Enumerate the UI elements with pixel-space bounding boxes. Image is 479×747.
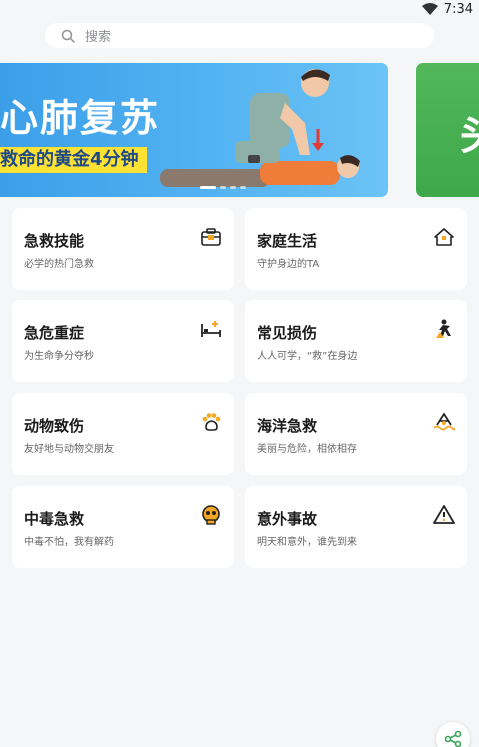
skull-icon xyxy=(202,505,220,525)
category-card-first-aid-skills[interactable]: 急救技能 必学的热门急救 xyxy=(12,208,234,290)
hospital-bed-icon xyxy=(201,321,221,337)
card-subtitle: 明天和意外，谁先到来 xyxy=(257,537,357,548)
card-title: 海洋急救 xyxy=(257,417,318,435)
card-subtitle: 友好地与动物交朋友 xyxy=(24,444,114,455)
card-subtitle: 中毒不怕，我有解药 xyxy=(24,537,114,548)
share-button[interactable] xyxy=(436,722,470,747)
cpr-illustration xyxy=(160,69,360,187)
category-card-ocean-rescue[interactable]: 海洋急救 美丽与危险，相依相存 xyxy=(245,393,467,475)
card-title: 常见损伤 xyxy=(257,324,318,342)
wifi-icon xyxy=(421,3,438,15)
paw-icon xyxy=(202,413,221,431)
status-time: 7:34 xyxy=(443,1,473,17)
category-card-family-life[interactable]: 家庭生活 守护身边的TA xyxy=(245,208,467,290)
banner-next-title: 头 xyxy=(460,103,479,161)
search-icon xyxy=(61,29,75,43)
card-subtitle: 人人可学，“救”在身边 xyxy=(257,351,358,362)
carousel-dot xyxy=(230,186,236,189)
category-card-poisoning[interactable]: 中毒急救 中毒不怕，我有解药 xyxy=(12,486,234,568)
banner-cpr[interactable]: 心肺复苏 救命的黄金4分钟 xyxy=(0,63,388,197)
card-subtitle: 美丽与危险，相依相存 xyxy=(257,444,357,455)
carousel-dot xyxy=(220,186,226,189)
banner-next[interactable]: 头 xyxy=(416,63,479,197)
card-subtitle: 必学的热门急救 xyxy=(24,259,94,270)
category-card-common-injuries[interactable]: 常见损伤 人人可学，“救”在身边 xyxy=(245,300,467,382)
banner-title: 心肺复苏 xyxy=(0,96,161,140)
search-bar[interactable]: 搜索 xyxy=(45,23,434,48)
home-icon xyxy=(434,228,454,246)
card-title: 中毒急救 xyxy=(24,510,85,528)
warning-icon xyxy=(433,505,455,524)
ocean-rescue-icon xyxy=(433,412,455,431)
card-title: 急危重症 xyxy=(24,324,85,342)
carousel-dots xyxy=(200,186,246,189)
category-card-animal-injuries[interactable]: 动物致伤 友好地与动物交朋友 xyxy=(12,393,234,475)
first-aid-kit-icon xyxy=(201,228,221,246)
card-subtitle: 为生命争分夺秒 xyxy=(24,351,94,362)
card-title: 动物致伤 xyxy=(24,417,85,435)
category-card-accidents[interactable]: 意外事故 明天和意外，谁先到来 xyxy=(245,486,467,568)
card-title: 家庭生活 xyxy=(257,232,318,250)
card-title: 意外事故 xyxy=(257,510,318,528)
banner-subtitle: 救命的黄金4分钟 xyxy=(0,147,147,173)
card-title: 急救技能 xyxy=(24,232,85,250)
carousel-dot-active xyxy=(200,186,216,189)
card-subtitle: 守护身边的TA xyxy=(257,259,320,270)
injured-person-icon xyxy=(436,319,451,338)
status-bar: 7:34 xyxy=(0,0,479,18)
carousel-dot xyxy=(240,186,246,189)
category-card-critical-illness[interactable]: 急危重症 为生命争分夺秒 xyxy=(12,300,234,382)
share-icon xyxy=(444,730,462,747)
search-placeholder: 搜索 xyxy=(85,30,112,45)
